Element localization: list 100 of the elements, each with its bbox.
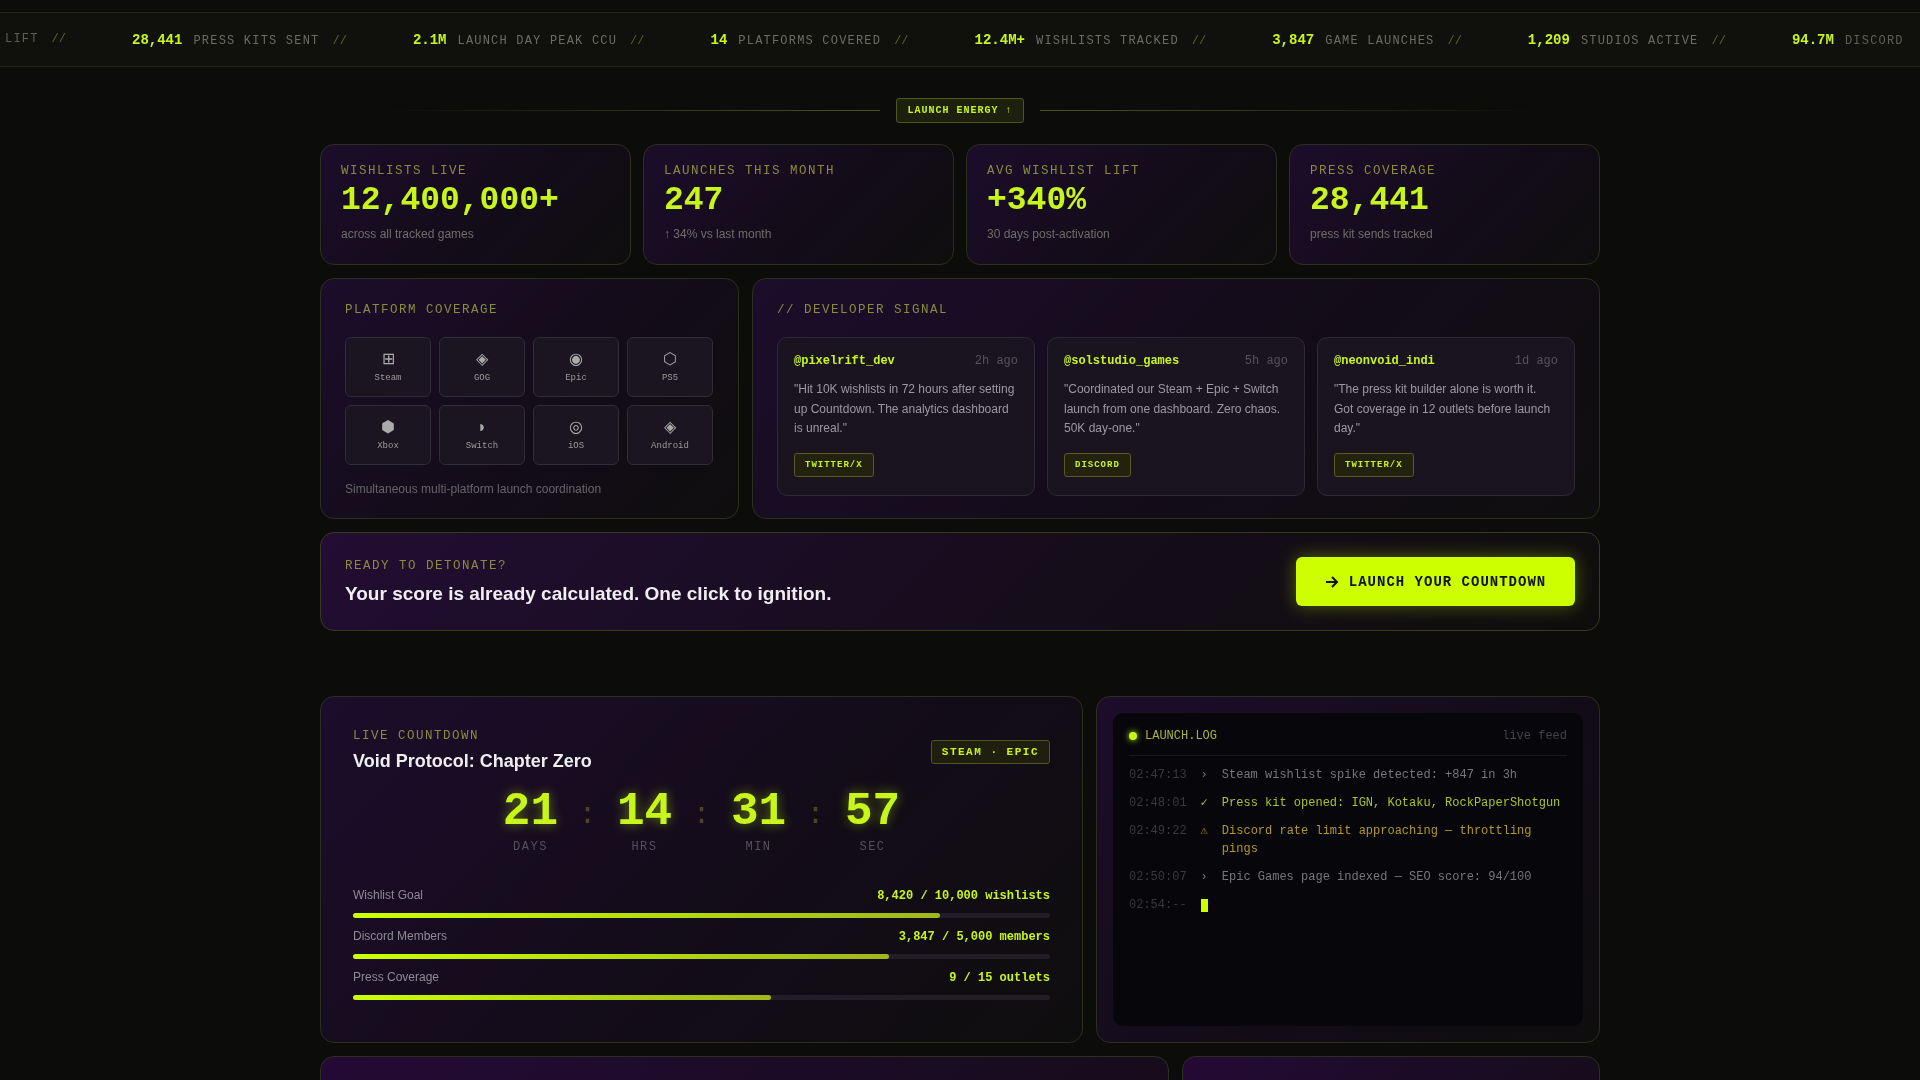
cta-label: READY TO DETONATE? (345, 558, 509, 573)
goal-label: Press Coverage (353, 970, 440, 984)
log-marker: › (1200, 869, 1208, 886)
quote-text: "Coordinated our Steam + Epic + Switch launch from one dashboard. Zero chaos. 50K day-one." (1064, 381, 1282, 437)
game-title: Void Protocol: Chapter Zero (353, 751, 592, 772)
stat-note: 30 days post-activation (987, 227, 1111, 241)
ticker-value: 2.1M (412, 31, 447, 48)
goal-reading: 3,847 / 5,000 members (898, 930, 1050, 944)
ticker-label: LAUNCH DAY PEAK CCU (457, 33, 618, 48)
user-handle: @pixelrift_dev (794, 354, 895, 368)
source-tag: TWITTER/X (794, 453, 874, 477)
stat-note: ↑ 34% vs last month (664, 227, 773, 241)
platform-name: Switch (465, 441, 499, 451)
card-title: PLATFORM COVERAGE (345, 303, 500, 317)
cta-headline: Your score is already calculated. One click to ignition. (345, 582, 832, 605)
ticker-separator: // (332, 33, 347, 48)
platform-name: Android (651, 441, 689, 451)
timer-unit: DAYS (513, 840, 548, 854)
goal-reading: 8,420 / 10,000 wishlists (877, 889, 1050, 903)
post-time: 2h ago (974, 354, 1018, 368)
post-time: 5h ago (1244, 354, 1288, 368)
ticker-value: 94.7M (1791, 31, 1834, 48)
ticker-separator: // (1447, 33, 1462, 48)
ticker-separator: // (1711, 33, 1726, 48)
log-marker: ✓ (1200, 795, 1208, 812)
platform-name: Epic (565, 373, 587, 383)
launch-button[interactable]: LAUNCH YOUR COUNTDOWN (1296, 557, 1575, 606)
log-title: LAUNCH.LOG (1145, 729, 1217, 743)
stat-value: 247 (664, 182, 725, 219)
platform-icon: ⬢ (381, 419, 395, 435)
platform-name: Steam (374, 373, 402, 383)
ticker-label: WISHLISTS TRACKED (1036, 33, 1179, 48)
ticker-label: GAME LAUNCHES (1325, 33, 1435, 48)
ticker-value: 14 (710, 31, 728, 48)
ticker-separator: // (630, 33, 645, 48)
ticker-value: 12.4M+ (974, 31, 1025, 48)
source-tag: TWITTER/X (1334, 453, 1414, 477)
stat-note: across all tracked games (341, 227, 475, 241)
platform-icon: ⊞ (381, 351, 395, 367)
card-caption: Simultaneous multi-platform launch coordination (345, 482, 603, 496)
timer-digits: 21 (502, 786, 559, 838)
stat-value: 28,441 (1310, 182, 1430, 219)
platform-name: Xbox (377, 441, 399, 451)
goal-label: Wishlist Goal (353, 888, 423, 902)
stat-label: LAUNCHES THIS MONTH (664, 164, 837, 178)
stat-label: AVG WISHLIST LIFT (987, 164, 1142, 178)
ticker-value: 1,209 (1527, 31, 1570, 48)
platform-icon: ⬡ (663, 351, 677, 367)
timer-separator: : (578, 798, 597, 832)
timer-unit: SEC (859, 840, 886, 854)
section-badge: LAUNCH ENERGY ↑ (896, 97, 1024, 123)
status-dot (1129, 732, 1137, 740)
timer-digits: 31 (730, 786, 787, 838)
platform-icon: ◈ (664, 419, 676, 435)
quote-text: "Hit 10K wishlists in 72 hours after setting up Countdown. The analytics dashboard is unreal." (794, 381, 1016, 437)
ticker-label: STUDIOS ACTIVE (1580, 33, 1699, 48)
arrow-icon (1324, 574, 1339, 589)
timer-separator: : (806, 798, 825, 832)
log-marker: › (1200, 767, 1208, 784)
log-message: Steam wishlist spike detected: +847 in 3h (1221, 767, 1518, 784)
card-label: LIVE COUNTDOWN (353, 729, 481, 743)
ticker-label: PRESS KITS SENT (193, 33, 320, 48)
goal-label: Discord Members (353, 929, 448, 943)
timer-separator: : (692, 798, 711, 832)
log-message: Epic Games page indexed — SEO score: 94/100 (1221, 869, 1532, 886)
timer-unit: HRS (631, 840, 658, 854)
ticker-label: PLATFORMS COVERED (738, 33, 882, 48)
ticker-separator: // (51, 31, 66, 46)
goal-reading: 9 / 15 outlets (949, 971, 1050, 985)
log-message: Discord rate limit approaching — throttling pings (1221, 823, 1533, 858)
ticker-separator: // (1191, 33, 1207, 48)
stat-label: PRESS COVERAGE (1310, 164, 1438, 178)
post-time: 1d ago (1514, 354, 1558, 368)
platform-name: iOS (567, 441, 585, 451)
ticker-separator: // (894, 33, 909, 48)
platform-badge: STEAM · EPIC (930, 740, 1050, 764)
stat-value: 12,400,000+ (341, 182, 560, 219)
ticker-label: LIFT (5, 31, 39, 46)
user-handle: @solstudio_games (1064, 354, 1180, 368)
card-title: // DEVELOPER SIGNAL (777, 303, 950, 317)
stat-value: +340% (987, 182, 1088, 219)
stat-note: press kit sends tracked (1310, 227, 1434, 241)
timer-unit: MIN (745, 840, 772, 854)
cursor-block (1200, 899, 1208, 912)
timer-digits: 14 (616, 786, 673, 838)
platform-icon: ◈ (476, 351, 488, 367)
ticker-label: DISCORD (1844, 33, 1904, 48)
platform-icon: ◗ (477, 419, 487, 435)
source-tag: DISCORD (1064, 453, 1131, 477)
ticker-value: 3,847 (1272, 31, 1315, 48)
log-message: Press kit opened: IGN, Kotaku, RockPaperShotgun (1221, 795, 1561, 812)
feed-status: live feed (1502, 729, 1567, 743)
stat-label: WISHLISTS LIVE (341, 164, 469, 178)
platform-icon: ◉ (569, 351, 583, 367)
platform-name: PS5 (661, 373, 679, 383)
platform-name: GOG (473, 373, 491, 383)
ticker-value: 28,441 (132, 31, 183, 48)
timer-digits: 57 (844, 786, 901, 838)
quote-text: "The press kit builder alone is worth it. Got coverage in 12 outlets before launch day." (1334, 381, 1552, 437)
platform-icon: ◎ (569, 419, 583, 435)
